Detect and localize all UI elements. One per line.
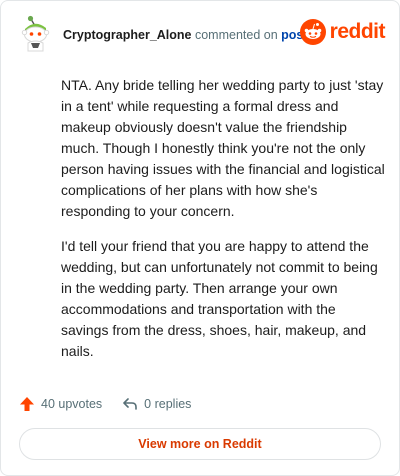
avatar[interactable] bbox=[17, 15, 55, 53]
upvote-arrow-icon bbox=[20, 397, 34, 411]
comment-card: Cryptographer_Alone commented on post re… bbox=[0, 0, 400, 476]
commented-on-text: commented on bbox=[194, 28, 278, 42]
comment-footer: 40 upvotes 0 replies bbox=[19, 394, 211, 414]
upvote-button[interactable]: 40 upvotes bbox=[19, 396, 102, 412]
comment-meta: Cryptographer_Alone commented on post bbox=[63, 27, 308, 43]
view-more-button[interactable]: View more on Reddit bbox=[19, 428, 381, 460]
upvote-count: 40 upvotes bbox=[41, 397, 103, 411]
username[interactable]: Cryptographer_Alone bbox=[63, 28, 192, 42]
comment-header: Cryptographer_Alone commented on post re… bbox=[17, 15, 386, 55]
snoo-avatar-icon bbox=[21, 15, 50, 52]
reply-count: 0 replies bbox=[144, 397, 192, 411]
reddit-logo[interactable]: reddit bbox=[299, 17, 386, 47]
reddit-snoo-icon bbox=[299, 19, 326, 45]
comment-body: NTA. Any bride telling her wedding party… bbox=[61, 75, 385, 376]
reply-arrow-icon bbox=[123, 398, 137, 410]
comment-paragraph-2: I'd tell your friend that you are happy … bbox=[61, 238, 378, 359]
comment-paragraph-1: NTA. Any bride telling her wedding party… bbox=[61, 77, 385, 219]
reply-button[interactable]: 0 replies bbox=[122, 396, 191, 412]
reddit-wordmark: reddit bbox=[329, 20, 386, 43]
